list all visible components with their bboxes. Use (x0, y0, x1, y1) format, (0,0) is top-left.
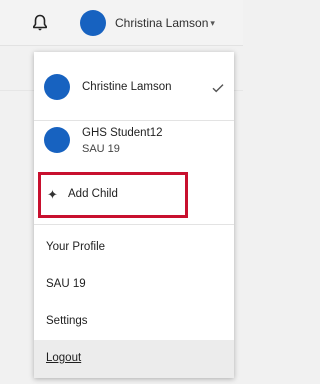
logout-item[interactable]: Logout (34, 340, 234, 378)
check-icon (212, 80, 224, 93)
your-profile-link[interactable]: Your Profile (46, 241, 105, 253)
bell-icon[interactable] (32, 14, 48, 32)
user-menu-toggle[interactable]: Christina Lamson ▾ (80, 10, 215, 36)
add-child-button[interactable]: ✦ Add Child (38, 172, 188, 218)
account-name: GHS Student12 (82, 127, 163, 139)
avatar (44, 127, 70, 153)
avatar (44, 74, 70, 100)
chevron-down-icon: ▾ (210, 17, 215, 28)
account-subtitle: SAU 19 (82, 143, 120, 155)
top-bar: Christina Lamson ▾ (0, 0, 243, 46)
add-child-label: Add Child (68, 188, 118, 200)
sau-19-link[interactable]: SAU 19 (46, 278, 86, 290)
menu-divider (34, 224, 234, 225)
account-dropdown-menu: Christine Lamson GHS Student12 SAU 19 ✦ … (34, 52, 234, 378)
settings-link[interactable]: Settings (46, 315, 88, 327)
user-name: Christina Lamson (115, 16, 209, 30)
account-name: Christine Lamson (82, 81, 172, 93)
account-item-christine[interactable]: Christine Lamson (34, 52, 234, 120)
plus-icon: ✦ (47, 187, 58, 202)
account-item-ghs-student12[interactable]: GHS Student12 SAU 19 (34, 121, 234, 171)
avatar (80, 10, 106, 36)
logout-link[interactable]: Logout (46, 352, 81, 364)
